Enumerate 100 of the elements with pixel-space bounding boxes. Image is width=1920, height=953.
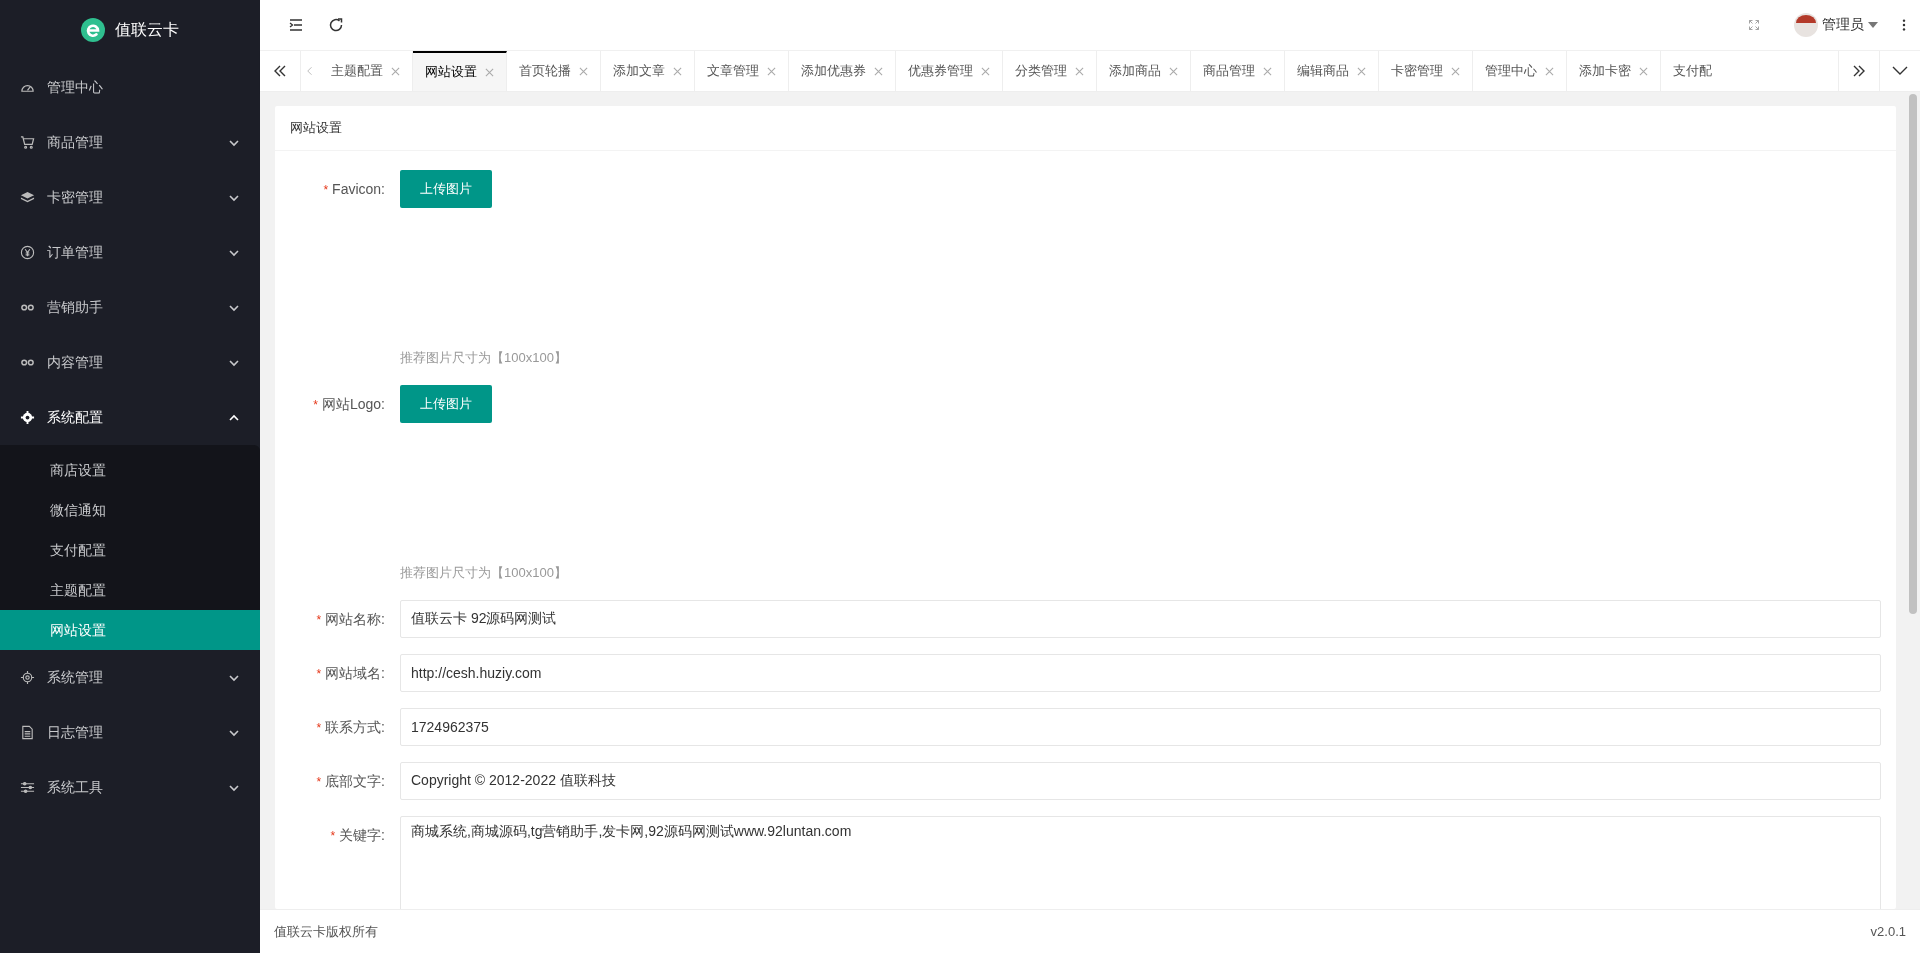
- field-label: * 底部文字:: [315, 772, 385, 791]
- brand-name: 值联云卡: [115, 19, 179, 40]
- required-mark: *: [316, 721, 322, 735]
- tab[interactable]: 商品管理: [1191, 51, 1285, 91]
- caret-icon: [1868, 22, 1878, 28]
- version-text: v2.0.1: [1870, 924, 1906, 939]
- tab[interactable]: 管理中心: [1473, 51, 1567, 91]
- scrollbar[interactable]: [1909, 94, 1917, 614]
- required-mark: *: [316, 613, 322, 627]
- tab[interactable]: 添加商品: [1097, 51, 1191, 91]
- double-chevron-right-icon: [1851, 63, 1867, 79]
- field-label: * 网站Logo:: [312, 395, 385, 414]
- close-icon[interactable]: [1545, 66, 1554, 76]
- tab[interactable]: 文章管理: [695, 51, 789, 91]
- submenu-item[interactable]: 微信通知: [0, 490, 260, 530]
- submenu-item[interactable]: 支付配置: [0, 530, 260, 570]
- tab[interactable]: 卡密管理: [1379, 51, 1473, 91]
- tab[interactable]: 添加文章: [601, 51, 695, 91]
- close-icon[interactable]: [1075, 66, 1084, 76]
- required-mark: *: [330, 829, 336, 843]
- layers-icon: [20, 190, 35, 205]
- menu-item[interactable]: 订单管理: [0, 225, 260, 280]
- required-mark: *: [313, 398, 318, 412]
- tab[interactable]: 分类管理: [1003, 51, 1097, 91]
- submenu-item[interactable]: 主题配置: [0, 570, 260, 610]
- tab[interactable]: 添加卡密: [1567, 51, 1661, 91]
- field-label: * Favicon:: [322, 180, 385, 199]
- text-field[interactable]: http://cesh.huziy.com: [400, 654, 1881, 692]
- hint-text: 推荐图片尺寸为【100x100】: [400, 564, 567, 582]
- tab-label: 添加优惠券: [801, 62, 866, 80]
- submenu-item[interactable]: 网站设置: [0, 610, 260, 650]
- chevron-down-icon: [1892, 66, 1908, 76]
- tab[interactable]: 网站设置: [413, 51, 507, 91]
- menu-item[interactable]: 内容管理: [0, 335, 260, 390]
- text-field[interactable]: Copyright © 2012-2022 值联科技: [400, 762, 1881, 800]
- field-label: * 网站名称:: [315, 610, 385, 629]
- tab-label: 首页轮播: [519, 62, 571, 80]
- field-label: * 网站域名:: [315, 664, 385, 683]
- tab-label: 添加商品: [1109, 62, 1161, 80]
- tab-label: 网站设置: [425, 63, 477, 81]
- tab-label: 主题配置: [331, 62, 383, 80]
- tab[interactable]: 首页轮播: [507, 51, 601, 91]
- user-menu[interactable]: 管理员: [1794, 13, 1878, 37]
- menu-item[interactable]: 卡密管理: [0, 170, 260, 225]
- fullscreen-icon[interactable]: [1748, 19, 1760, 31]
- text-field[interactable]: 值联云卡 92源码网测试: [400, 600, 1881, 638]
- tab-label: 编辑商品: [1297, 62, 1349, 80]
- field-label: * 联系方式:: [315, 718, 385, 737]
- menu-item[interactable]: 管理中心: [0, 60, 260, 115]
- menu-item[interactable]: 系统配置: [0, 390, 260, 445]
- close-icon[interactable]: [874, 66, 883, 76]
- tab[interactable]: 支付配: [1661, 51, 1716, 91]
- close-icon[interactable]: [1263, 66, 1272, 76]
- close-icon[interactable]: [1169, 66, 1178, 76]
- menu-item[interactable]: 日志管理: [0, 705, 260, 760]
- tab-label: 添加文章: [613, 62, 665, 80]
- upload-button[interactable]: 上传图片: [400, 385, 492, 423]
- tab-label: 添加卡密: [1579, 62, 1631, 80]
- close-icon[interactable]: [1639, 66, 1648, 76]
- menu-item[interactable]: 营销助手: [0, 280, 260, 335]
- menu-item[interactable]: 商品管理: [0, 115, 260, 170]
- hint-text: 推荐图片尺寸为【100x100】: [400, 349, 567, 367]
- textarea-field[interactable]: 商城系统,商城源码,tg营销助手,发卡网,92源码网测试www.92luntan.com: [400, 816, 1881, 909]
- tab-label: 卡密管理: [1391, 62, 1443, 80]
- menu-fold-icon[interactable]: [288, 17, 304, 33]
- tab-label: 优惠券管理: [908, 62, 973, 80]
- menu-item[interactable]: 系统工具: [0, 760, 260, 815]
- tab-label: 支付配: [1673, 62, 1712, 80]
- tab-label: 管理中心: [1485, 62, 1537, 80]
- yen-icon: [20, 245, 35, 260]
- tab[interactable]: 添加优惠券: [789, 51, 896, 91]
- card-title: 网站设置: [275, 106, 1896, 151]
- tab-label: 分类管理: [1015, 62, 1067, 80]
- close-icon[interactable]: [673, 66, 682, 76]
- close-icon[interactable]: [579, 66, 588, 76]
- close-icon[interactable]: [767, 66, 776, 76]
- chevron-left-icon: [307, 66, 313, 76]
- text-field[interactable]: 1724962375: [400, 708, 1881, 746]
- close-icon[interactable]: [981, 66, 990, 76]
- close-icon[interactable]: [391, 66, 400, 76]
- close-icon[interactable]: [1357, 66, 1366, 76]
- tab[interactable]: 编辑商品: [1285, 51, 1379, 91]
- submenu-item[interactable]: 商店设置: [0, 450, 260, 490]
- cart-icon: [20, 135, 35, 150]
- copyright-text: 值联云卡版权所有: [274, 922, 378, 941]
- upload-button[interactable]: 上传图片: [400, 170, 492, 208]
- double-chevron-left-icon: [272, 63, 288, 79]
- required-mark: *: [316, 775, 322, 789]
- field-label: * 关键字:: [329, 826, 385, 845]
- sliders-icon: [20, 780, 35, 795]
- tab-label: 文章管理: [707, 62, 759, 80]
- close-icon[interactable]: [1451, 66, 1460, 76]
- menu-item[interactable]: 系统管理: [0, 650, 260, 705]
- tab-label: 商品管理: [1203, 62, 1255, 80]
- close-icon[interactable]: [485, 67, 494, 77]
- tab[interactable]: 优惠券管理: [896, 51, 1003, 91]
- refresh-icon[interactable]: [328, 17, 344, 33]
- required-mark: *: [316, 667, 322, 681]
- logo-icon: [81, 18, 105, 42]
- more-icon[interactable]: [1902, 18, 1906, 32]
